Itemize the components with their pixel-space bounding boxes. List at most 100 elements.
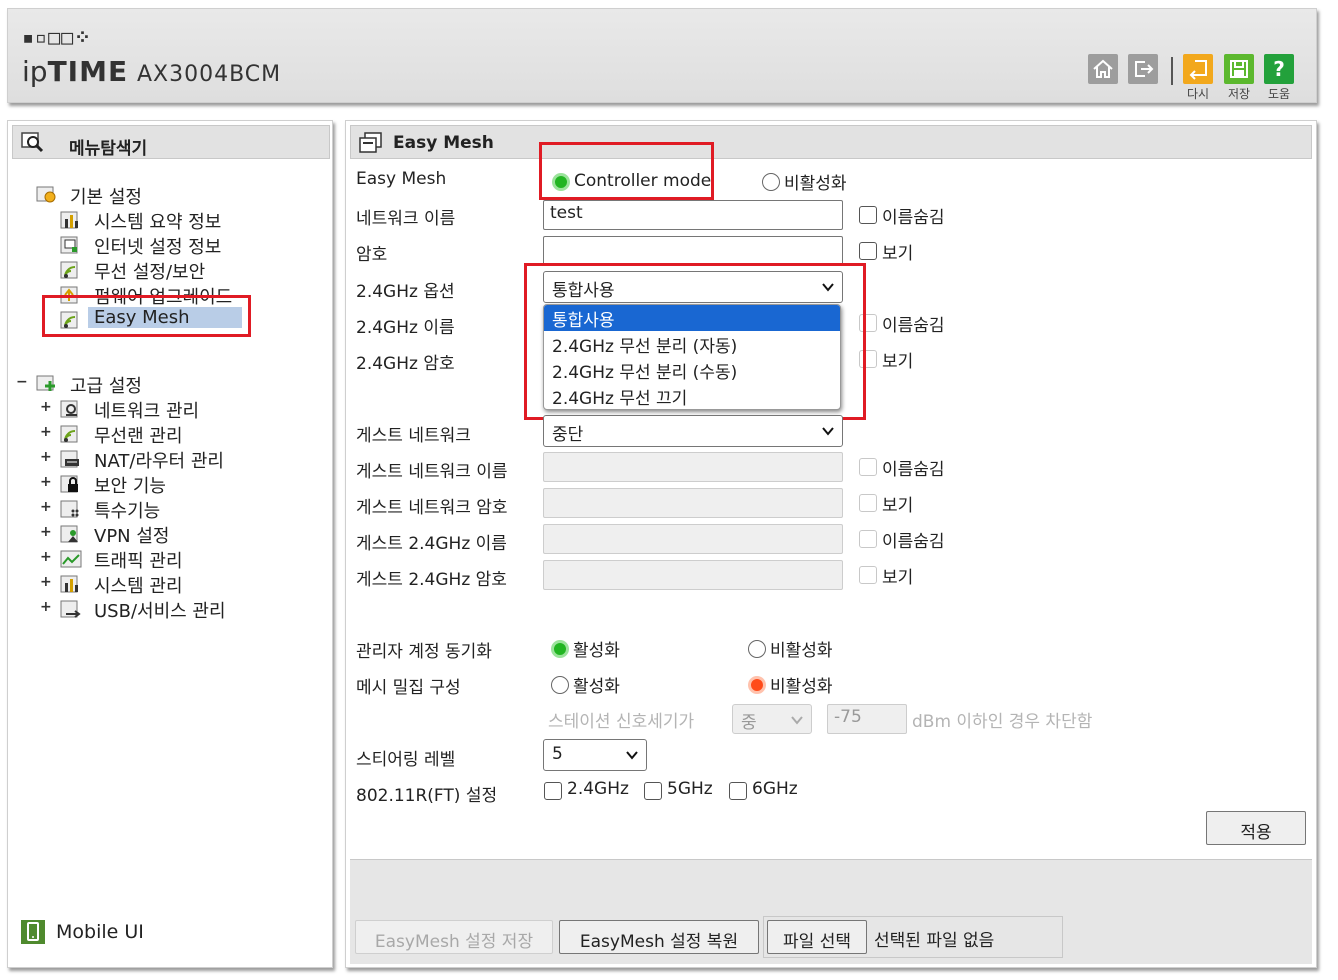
save-icon <box>1230 60 1248 78</box>
guest-name-label: 게스트 네트워크 이름 <box>356 462 508 482</box>
guest-24-pw-input[interactable] <box>543 560 843 590</box>
station-level-value: 중 <box>741 713 757 733</box>
admin-sync-disable-label: 비활성화 <box>770 641 833 661</box>
tree-item-wlan-manage[interactable]: 무선랜 관리 <box>94 422 183 448</box>
nat-router-icon <box>60 450 79 468</box>
guest-pw-label: 게스트 네트워크 암호 <box>356 498 508 518</box>
menu-explorer: 메뉴탐색기 기본 설정 시스템 요약 정보 인터넷 설정 정보 무선 설정/보안… <box>7 120 333 968</box>
brand-bold: TIME <box>47 55 129 88</box>
expand-toggle[interactable]: + <box>40 474 52 490</box>
guest-pw-input[interactable] <box>543 488 843 518</box>
save-config-button[interactable]: EasyMesh 설정 저장 <box>355 920 553 954</box>
apply-button[interactable]: 적용 <box>1206 811 1306 845</box>
chevron-down-icon <box>791 716 803 725</box>
password-label: 암호 <box>356 245 388 265</box>
pw-24-label: 2.4GHz 암호 <box>356 354 455 374</box>
password-input[interactable] <box>543 236 843 266</box>
expand-toggle[interactable]: + <box>40 599 52 615</box>
guest-hide-name-checkbox[interactable] <box>859 458 877 476</box>
tree-item-internet-info[interactable]: 인터넷 설정 정보 <box>94 233 221 259</box>
admin-sync-enable-radio[interactable] <box>551 640 569 658</box>
ft-24-checkbox[interactable] <box>544 782 562 800</box>
tree-item-security[interactable]: 보안 기능 <box>94 472 166 498</box>
guest-24-show-pw-checkbox[interactable] <box>859 566 877 584</box>
home-button[interactable] <box>1088 54 1118 84</box>
expand-toggle[interactable]: + <box>40 499 52 515</box>
tree-item-system-summary[interactable]: 시스템 요약 정보 <box>94 208 221 234</box>
tree-item-system-manage[interactable]: 시스템 관리 <box>94 572 183 598</box>
folder-settings-icon <box>36 186 56 203</box>
station-dbm-input[interactable]: -75 <box>827 704 907 734</box>
collapse-toggle-advanced[interactable]: − <box>16 374 28 390</box>
expand-toggle[interactable]: + <box>40 399 52 415</box>
tree-item-special-function[interactable]: 특수기능 <box>94 497 160 523</box>
tree-item-vpn[interactable]: VPN 설정 <box>94 522 169 548</box>
mobile-ui-label: Mobile UI <box>56 921 144 943</box>
expand-toggle[interactable]: + <box>40 449 52 465</box>
expand-toggle[interactable]: + <box>40 424 52 440</box>
brand-logo: ipTIME AX3004BCM <box>22 55 281 88</box>
admin-sync-disable-radio[interactable] <box>748 640 766 658</box>
magnifier-icon <box>21 132 44 153</box>
file-select-button[interactable]: 파일 선택 <box>767 920 867 954</box>
tree-group-advanced[interactable]: 고급 설정 <box>70 372 142 398</box>
network-manage-icon <box>60 400 78 418</box>
header-divider <box>1171 57 1173 85</box>
expand-toggle[interactable]: + <box>40 549 52 565</box>
station-signal-label: 스테이션 신호세기가 <box>548 712 695 732</box>
guest-show-pw-checkbox[interactable] <box>859 494 877 512</box>
admin-sync-enable-label: 활성화 <box>573 641 620 661</box>
guest-name-input[interactable] <box>543 452 843 482</box>
ft-6-label: 6GHz <box>752 779 798 799</box>
tree-item-network-manage[interactable]: 네트워크 관리 <box>94 397 199 423</box>
name-24-label: 2.4GHz 이름 <box>356 318 455 338</box>
ft-24-label: 2.4GHz <box>567 779 629 799</box>
restart-icon <box>1189 60 1207 80</box>
special-function-icon <box>60 500 79 518</box>
main-header: Easy Mesh <box>350 125 1312 159</box>
steering-select[interactable]: 5 <box>543 739 647 771</box>
mesh-density-disable-radio[interactable] <box>748 676 766 694</box>
ft-5-checkbox[interactable] <box>644 782 662 800</box>
steering-value: 5 <box>552 744 563 764</box>
internet-info-icon <box>60 236 78 254</box>
header: ▪▫□□⁘ ipTIME AX3004BCM 다시 저장 ? 도움 <box>7 8 1317 103</box>
restart-button[interactable] <box>1183 54 1213 84</box>
mesh-density-enable-label: 활성화 <box>573 677 620 697</box>
station-level-select[interactable]: 중 <box>732 704 812 734</box>
tree-item-wireless-security[interactable]: 무선 설정/보안 <box>94 258 205 284</box>
svg-text:?: ? <box>1273 57 1285 81</box>
guest-24-name-input[interactable] <box>543 524 843 554</box>
help-label: 도움 <box>1267 87 1291 101</box>
expand-toggle[interactable]: + <box>40 524 52 540</box>
chevron-down-icon <box>626 751 638 760</box>
menu-explorer-header: 메뉴탐색기 <box>12 125 330 159</box>
network-name-input[interactable]: test <box>543 200 843 230</box>
mesh-density-enable-radio[interactable] <box>551 676 569 694</box>
help-icon: ? <box>1273 57 1285 81</box>
show-password-checkbox[interactable] <box>859 242 877 260</box>
tree-item-usb-service[interactable]: USB/서비스 관리 <box>94 597 226 623</box>
tree-item-traffic[interactable]: 트래픽 관리 <box>94 547 183 573</box>
highlight-easy-mesh <box>42 295 251 337</box>
save-button[interactable] <box>1224 54 1254 84</box>
system-summary-icon <box>60 211 78 229</box>
steering-label: 스티어링 레벨 <box>356 750 456 770</box>
easy-mesh-disable-radio[interactable] <box>762 173 780 191</box>
restore-config-button[interactable]: EasyMesh 설정 복원 <box>559 920 759 954</box>
guest-hide-name-label: 이름숨김 <box>882 460 945 480</box>
guest-network-select[interactable]: 중단 <box>543 415 843 447</box>
config-footer: EasyMesh 설정 저장 EasyMesh 설정 복원 파일 선택 선택된 … <box>350 859 1312 964</box>
folder-advanced-icon <box>36 375 55 391</box>
hide-name-checkbox[interactable] <box>859 206 877 224</box>
tree-group-basic[interactable]: 기본 설정 <box>70 183 142 209</box>
tree-item-nat-router[interactable]: NAT/라우터 관리 <box>94 447 224 473</box>
home-icon <box>1093 59 1113 78</box>
ft-6-checkbox[interactable] <box>729 782 747 800</box>
help-button[interactable]: ? <box>1264 54 1294 84</box>
page-title: Easy Mesh <box>393 133 494 153</box>
guest-24-hide-name-checkbox[interactable] <box>859 530 877 548</box>
station-suffix-label: dBm 이하인 경우 차단함 <box>912 712 1093 732</box>
logout-button[interactable] <box>1128 54 1158 84</box>
expand-toggle[interactable]: + <box>40 574 52 590</box>
